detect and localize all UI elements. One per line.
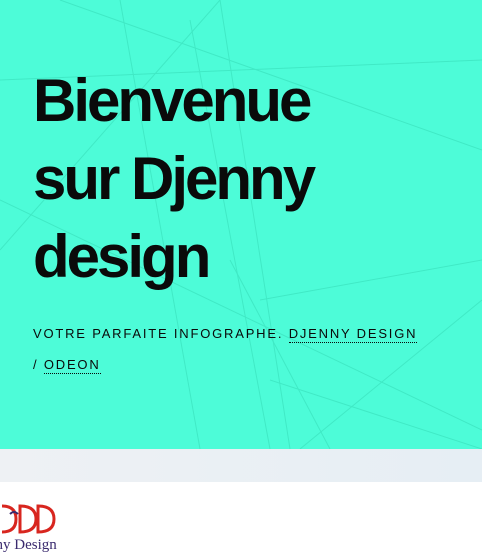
title-line-3: design — [33, 223, 211, 290]
tagline-separator: / — [33, 357, 39, 372]
tagline-line-2: / ODEON — [33, 349, 453, 380]
brand-logo-text: nny Design — [0, 537, 57, 553]
tagline: VOTRE PARFAITE INFOGRAPHE. DJENNY DESIGN… — [33, 318, 453, 380]
title-line-2: sur Djenny — [33, 145, 316, 212]
tagline-prefix: VOTRE PARFAITE INFOGRAPHE. — [33, 326, 284, 341]
brand-link[interactable]: DJENNY DESIGN — [288, 326, 418, 343]
brand-logo-icon[interactable] — [0, 502, 64, 538]
section-divider-band — [0, 449, 482, 482]
tagline-line-1: VOTRE PARFAITE INFOGRAPHE. DJENNY DESIGN — [33, 318, 453, 349]
hero-section: Bienvenue sur Djenny design VOTRE PARFAI… — [0, 0, 482, 449]
logo-strip: nny Design — [0, 482, 482, 553]
page-title: Bienvenue sur Djenny design — [33, 62, 453, 296]
title-line-1: Bienvenue — [33, 67, 312, 134]
theme-link[interactable]: ODEON — [43, 357, 101, 374]
